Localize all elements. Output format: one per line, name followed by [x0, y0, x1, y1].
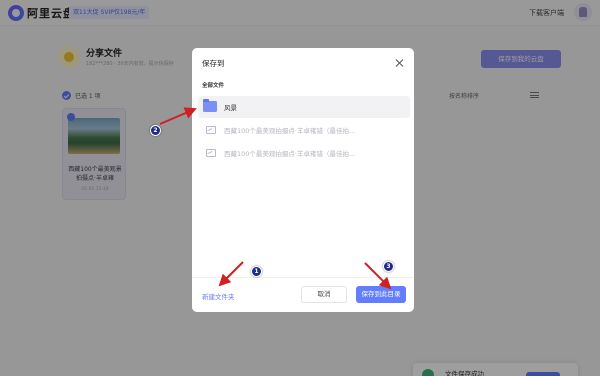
- step-badge-2: 2: [150, 125, 161, 136]
- annotation-arrows: [159, 107, 392, 290]
- step-badge-1: 1: [251, 266, 262, 277]
- arrow-2: [159, 107, 197, 125]
- arrow-1: [218, 261, 244, 287]
- step-badge-3: 3: [383, 261, 394, 272]
